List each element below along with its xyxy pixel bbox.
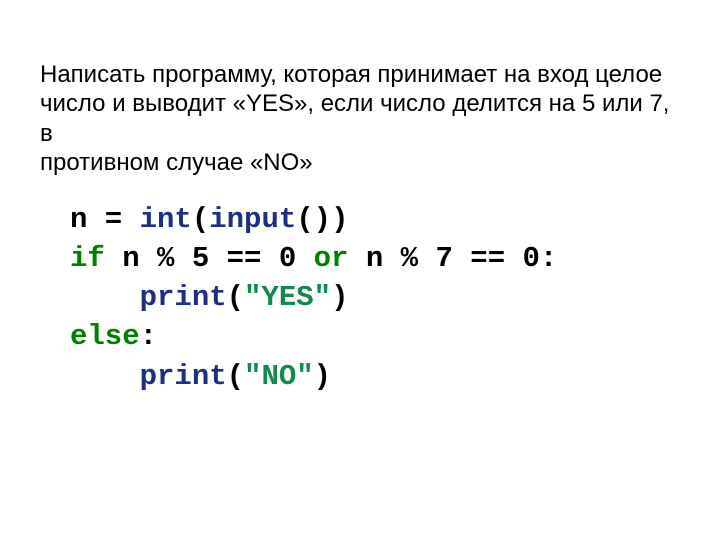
kw-if: if xyxy=(70,242,105,275)
task-line-2: число и выводит «YES», если число делитс… xyxy=(40,90,669,146)
str-yes: "YES" xyxy=(244,281,331,314)
kw-else: else xyxy=(70,320,140,353)
code-line-4: else: xyxy=(70,320,157,353)
code-line-5: print("NO") xyxy=(70,360,331,393)
task-line-3: противном случае «NO» xyxy=(40,149,313,176)
fn-input: input xyxy=(209,203,296,236)
slide: Написать программу, которая принимает на… xyxy=(0,0,720,540)
code-line-1: n = int(input()) xyxy=(70,203,348,236)
kw-or: or xyxy=(314,242,349,275)
task-description: Написать программу, которая принимает на… xyxy=(40,60,670,177)
task-line-1: Написать программу, которая принимает на… xyxy=(40,61,662,88)
fn-int: int xyxy=(140,203,192,236)
fn-print-2: print xyxy=(140,360,227,393)
code-block: n = int(input()) if n % 5 == 0 or n % 7 … xyxy=(70,200,557,396)
fn-print-1: print xyxy=(140,281,227,314)
code-line-3: print("YES") xyxy=(70,281,348,314)
code-line-2: if n % 5 == 0 or n % 7 == 0: xyxy=(70,242,557,275)
str-no: "NO" xyxy=(244,360,314,393)
